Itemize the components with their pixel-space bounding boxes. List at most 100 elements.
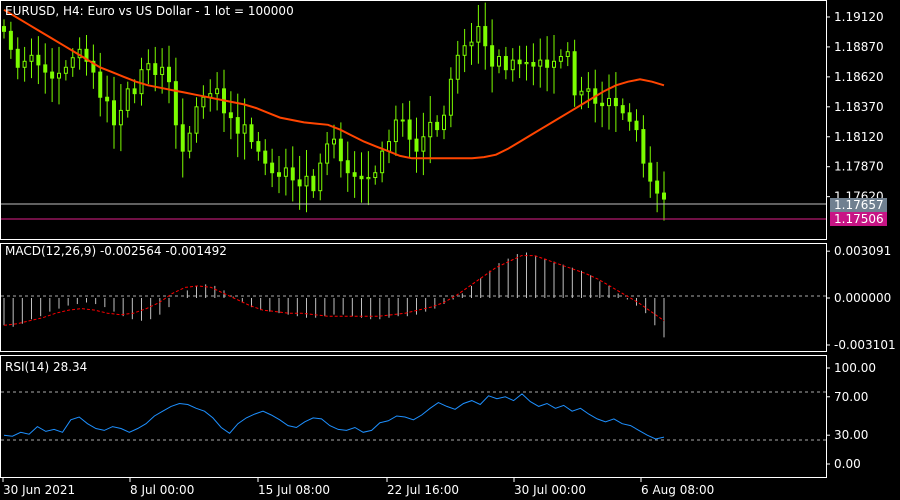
candle-body [387, 141, 391, 152]
trading-chart[interactable]: 1.19120 1.18870 1.18620 1.18370 1.18120 1.178… [0, 0, 900, 500]
candle-body [70, 57, 75, 68]
price-tick-label: 1.18870 [834, 40, 884, 54]
candle-body [277, 172, 281, 177]
candle-body [242, 124, 247, 134]
price-tick-label: 1.19120 [834, 10, 884, 24]
chart-title: EURUSD, H4: Euro vs US Dollar - 1 lot = … [5, 4, 294, 18]
candle-body [228, 112, 233, 119]
candle-body [2, 26, 6, 32]
candle-body [125, 88, 130, 111]
candle-body [524, 62, 529, 65]
candle-body [552, 60, 556, 68]
candle-body [634, 120, 639, 131]
candle-body [139, 69, 144, 95]
candle-body [173, 81, 178, 126]
price-tick-label: 1.18620 [834, 70, 884, 84]
candle-body [586, 88, 591, 92]
candle-body [607, 97, 611, 107]
rsi-tick-label: 70.00 [834, 390, 868, 404]
candle-body [421, 136, 426, 152]
candle-body [579, 90, 584, 96]
candle-body [180, 124, 185, 152]
candle-body [558, 56, 563, 62]
macd-tick-label: 0.003091 [834, 244, 891, 258]
candle-body [359, 175, 364, 180]
candle-body [428, 121, 433, 138]
price-axis: 1.19120 1.18870 1.18620 1.18370 1.18120 1.178… [826, 10, 884, 204]
candle-body [338, 138, 343, 162]
candle-body [153, 63, 158, 75]
rsi-label: RSI(14) 28.34 [5, 360, 87, 374]
candle-body [29, 54, 34, 62]
time-tick-label: 15 Jul 08:00 [258, 483, 330, 497]
candle-body [50, 71, 55, 79]
candle-body [655, 180, 660, 194]
macd-signal-line [3, 255, 665, 326]
candle-body [263, 150, 268, 164]
candle-body [256, 141, 261, 152]
candle-body [503, 56, 508, 71]
candle-body [160, 66, 165, 75]
candle-body [462, 45, 467, 56]
candle-body [318, 162, 323, 192]
candle-body [290, 167, 295, 181]
candle-body [332, 138, 336, 145]
candle-body [517, 59, 522, 65]
macd-tick-label: -0.003101 [834, 338, 896, 352]
candle-body [483, 26, 488, 47]
candle-body [345, 160, 350, 174]
candle-body [118, 109, 123, 126]
candle-body [435, 121, 440, 131]
candle-body [146, 63, 151, 71]
candle-body [15, 48, 20, 68]
ask-price-label: 1.17506 [834, 212, 884, 226]
candle-body [105, 96, 110, 102]
macd-label: MACD(12,26,9) -0.002564 -0.001492 [5, 244, 227, 258]
time-tick-label: 30 Jul 00:00 [514, 483, 586, 497]
candle-body [538, 59, 543, 67]
candle-body [627, 112, 632, 122]
macd-tick-label: 0.000000 [834, 291, 891, 305]
candle-body [641, 129, 646, 164]
rsi-panel-frame [0, 355, 827, 478]
candle-body [414, 138, 419, 152]
candle-body [620, 105, 625, 114]
candle-body [572, 51, 577, 96]
candle-body [648, 162, 653, 182]
candle-body [469, 41, 474, 47]
candle-body [283, 167, 288, 177]
price-tick-label: 1.18120 [834, 130, 884, 144]
candle-body [373, 172, 378, 178]
rsi-axis: 100.00 70.00 30.00 0.00 [826, 361, 876, 471]
candle-body [400, 119, 405, 122]
macd-axis: 0.003091 0.000000 -0.003101 [826, 244, 896, 352]
candlestick-series[interactable] [2, 2, 666, 221]
candle-body [490, 45, 495, 67]
candle-body [455, 54, 460, 80]
rsi-tick-label: 100.00 [834, 361, 876, 375]
candle-body [187, 132, 192, 152]
candle-body [311, 175, 316, 192]
candle-body [194, 106, 199, 134]
candle-body [448, 78, 453, 116]
candle-body [352, 172, 357, 177]
time-axis: 30 Jun 2021 8 Jul 00:00 15 Jul 08:00 22 Jul… [2, 478, 714, 497]
candle-body [565, 51, 570, 58]
time-tick-label: 8 Jul 00:00 [130, 483, 194, 497]
macd-panel-frame [0, 243, 827, 352]
time-tick-label: 6 Aug 08:00 [641, 483, 714, 497]
candle-body [270, 162, 275, 174]
candle-body [63, 66, 68, 74]
candle-body [43, 64, 48, 73]
candle-body [22, 60, 27, 68]
candle-body [600, 102, 605, 107]
candle-body [132, 88, 137, 95]
rsi-tick-label: 0.00 [834, 457, 861, 471]
candle-body [407, 119, 412, 140]
time-tick-label: 30 Jun 2021 [3, 483, 75, 497]
candle-body [497, 56, 501, 67]
rsi-line [3, 393, 665, 440]
candle-body [393, 119, 398, 143]
candle-body [366, 177, 371, 180]
candle-body [36, 54, 41, 66]
